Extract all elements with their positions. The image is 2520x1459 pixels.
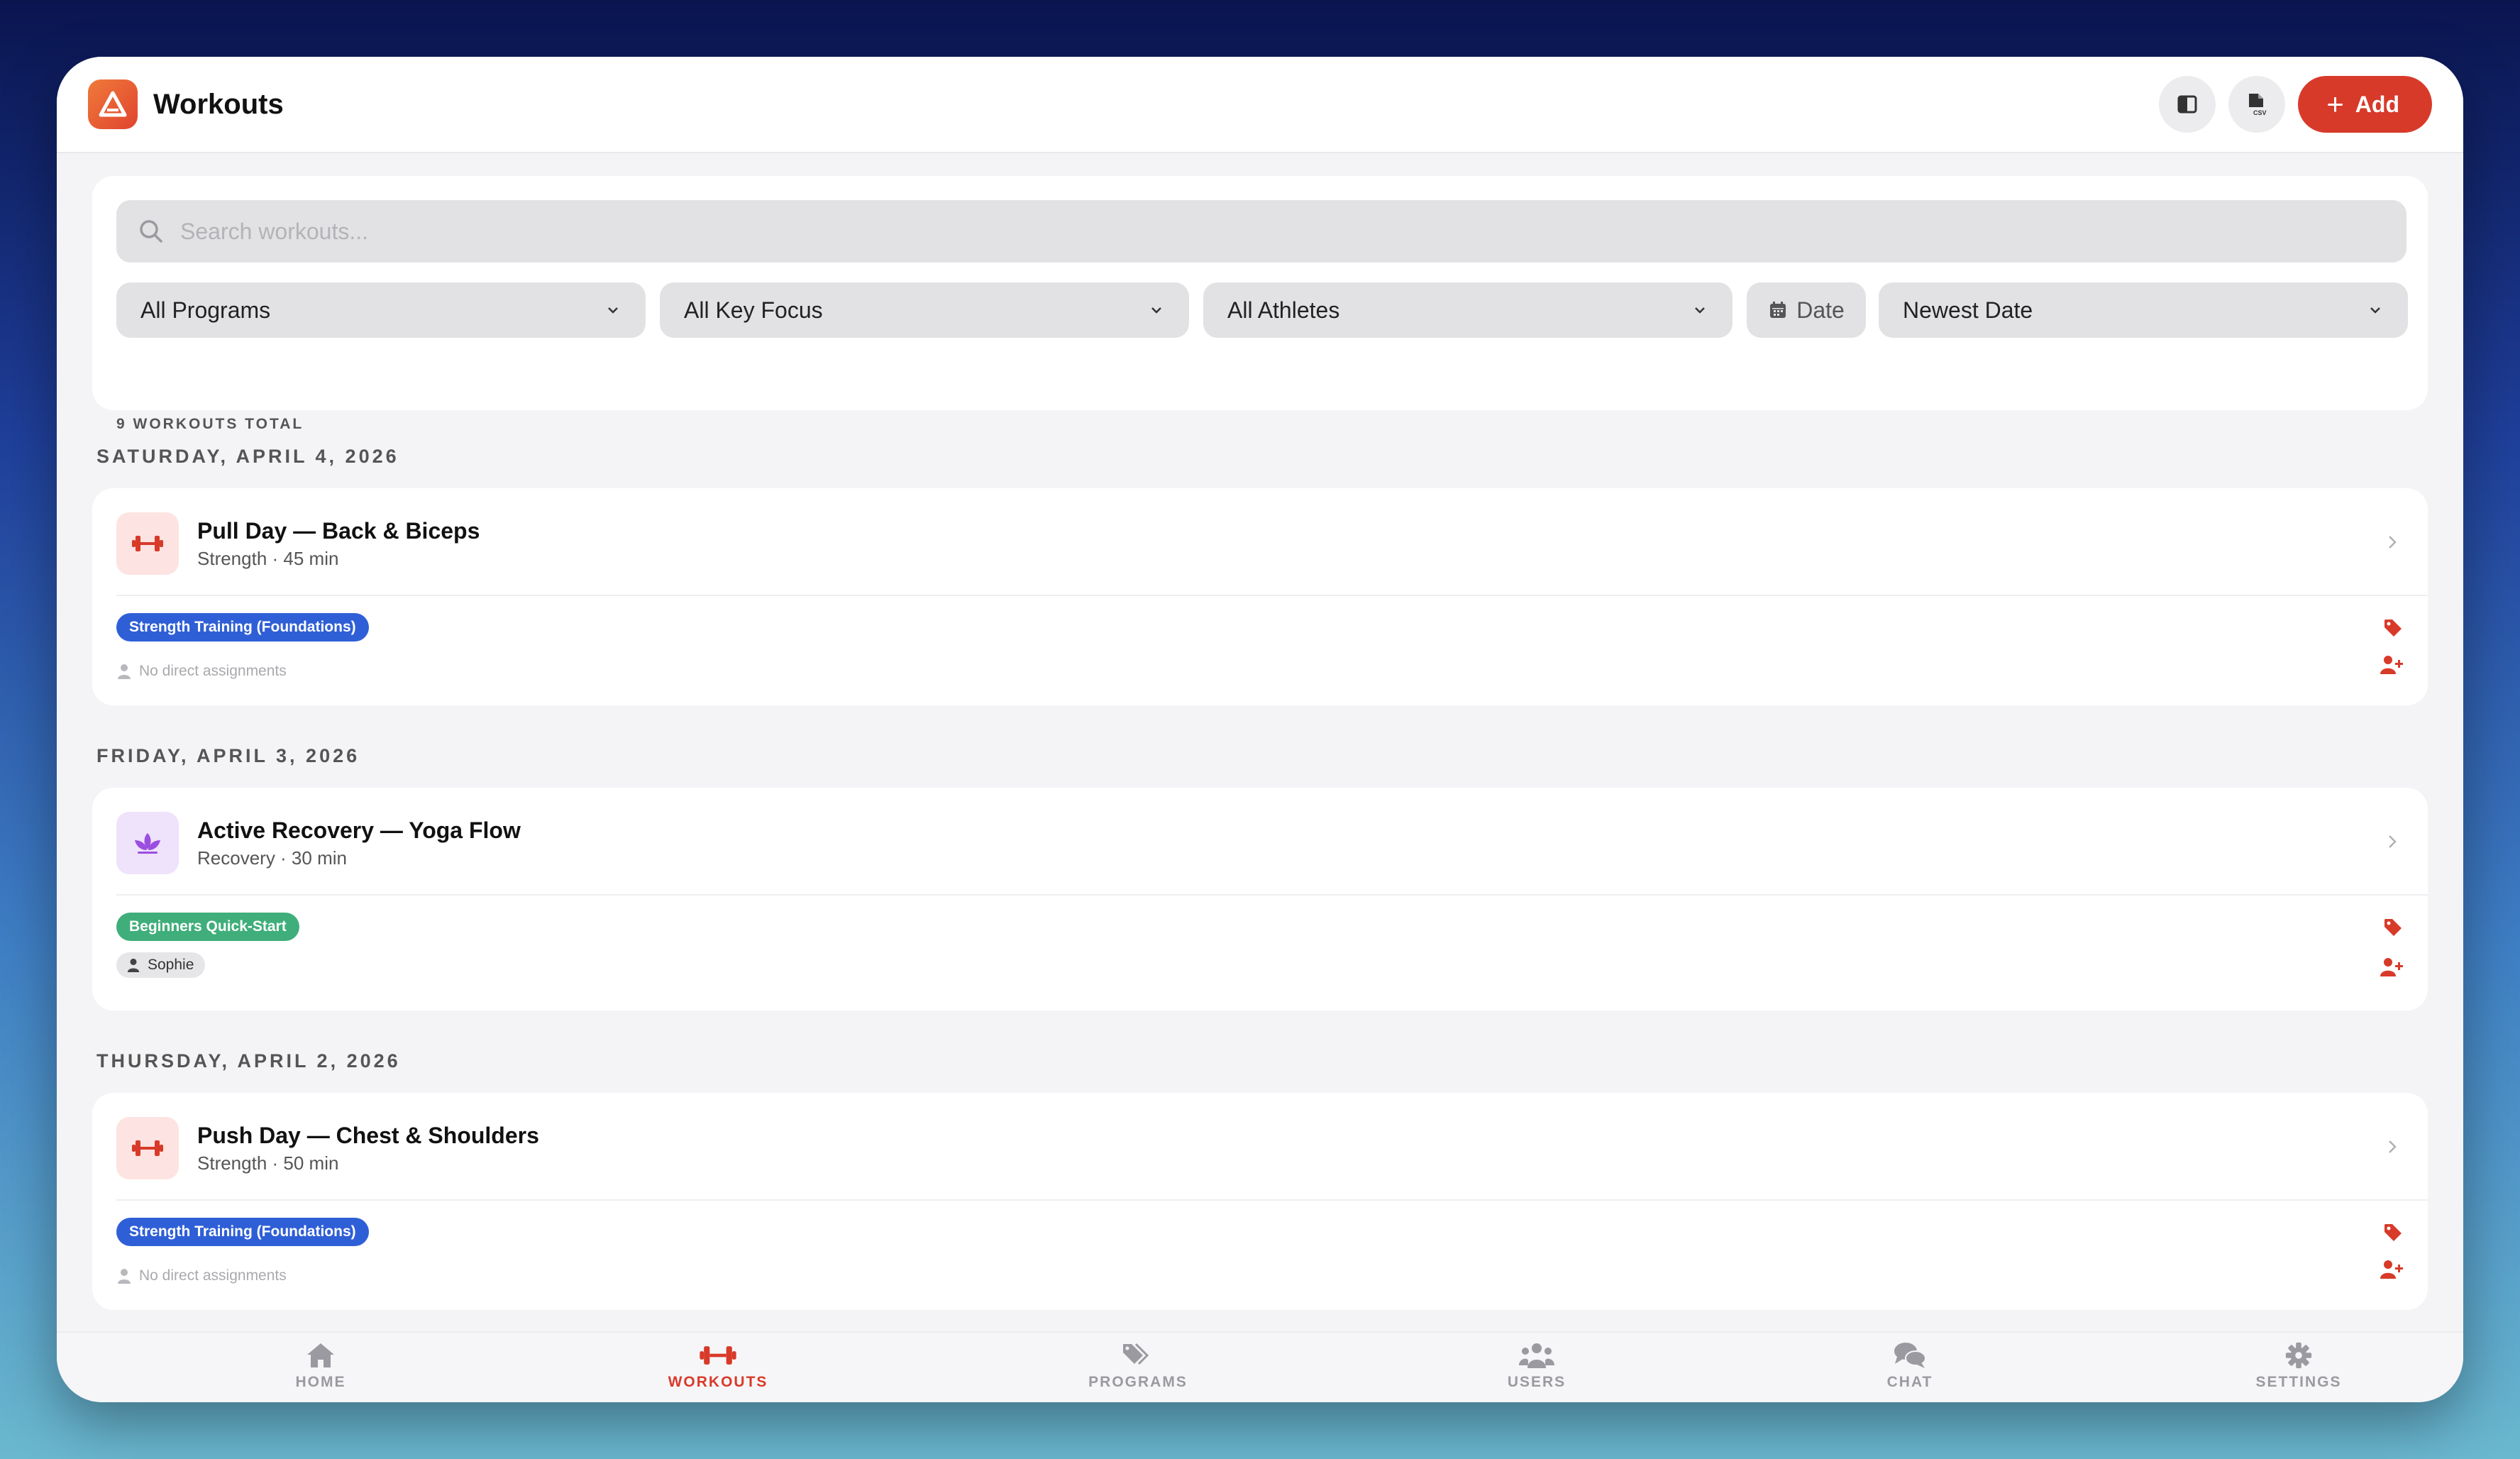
workout-type-badge [116, 512, 179, 575]
key-focus-filter-select[interactable]: All Key Focus [660, 282, 1189, 338]
tab-label: USERS [1507, 1374, 1566, 1390]
sidebar-toggle-button[interactable] [2159, 76, 2216, 133]
svg-text:CSV: CSV [2253, 109, 2267, 116]
athlete-chip[interactable]: Sophie [116, 952, 206, 978]
workout-subtitle: Recovery · 30 min [197, 847, 347, 869]
tab-settings[interactable]: SETTINGS [2214, 1341, 2384, 1391]
program-tag[interactable]: Beginners Quick-Start [116, 913, 299, 941]
assign-user-icon[interactable] [2380, 1259, 2404, 1280]
gear-icon [2285, 1342, 2312, 1369]
add-button-label: Add [2355, 91, 2399, 117]
workout-title: Pull Day — Back & Biceps [197, 518, 480, 544]
tab-users[interactable]: USERS [1452, 1341, 1622, 1391]
chevron-down-icon [608, 307, 618, 314]
page-title: Workouts [153, 88, 284, 120]
filter-panel: All Programs All Key Focus All Athletes … [92, 176, 2428, 432]
sort-select[interactable]: Newest Date [1879, 282, 2408, 338]
day-heading: SATURDAY, APRIL 4, 2026 [96, 446, 399, 467]
app-window: Workouts CSV + Add Search workouts... Al… [57, 57, 2463, 1402]
tag-icon[interactable] [2382, 617, 2404, 639]
search-input[interactable] [180, 218, 2309, 245]
tab-chat[interactable]: CHAT [1825, 1341, 1995, 1391]
athletes-filter-select[interactable]: All Athletes [1203, 282, 1732, 338]
dumbbell-icon [132, 1140, 163, 1156]
assignment-text: No direct assignments [139, 1267, 287, 1284]
app-logo [88, 79, 138, 129]
calendar-icon [1770, 302, 1786, 318]
tab-programs[interactable]: PROGRAMS [1053, 1341, 1223, 1391]
dumbbell-icon [700, 1346, 736, 1365]
workout-title: Active Recovery — Yoga Flow [197, 817, 521, 843]
tag-icon[interactable] [2382, 917, 2404, 938]
key-focus-filter-value: All Key Focus [684, 297, 823, 323]
athlete-name: Sophie [148, 957, 194, 973]
lotus-icon [135, 833, 160, 854]
search-icon [140, 220, 162, 243]
chevron-right-icon[interactable] [2382, 532, 2402, 552]
day-heading: THURSDAY, APRIL 2, 2026 [96, 1050, 401, 1072]
assignment-status: No direct assignments [116, 1263, 287, 1289]
chevron-down-icon [2370, 307, 2380, 314]
assign-user-icon[interactable] [2380, 654, 2404, 676]
tab-label: CHAT [1886, 1374, 1933, 1390]
tab-workouts[interactable]: WORKOUTS [633, 1341, 803, 1391]
workout-subtitle: Strength · 45 min [197, 548, 339, 569]
chevron-down-icon [1151, 307, 1161, 314]
tag-icon[interactable] [2382, 1222, 2404, 1243]
divider [116, 894, 2428, 896]
date-filter-label: Date [1796, 297, 1845, 323]
workout-type-badge [116, 1117, 179, 1179]
add-workout-button[interactable]: + Add [2298, 76, 2432, 133]
dumbbell-icon [132, 536, 163, 551]
csv-file-icon: CSV [2249, 94, 2267, 116]
tab-label: SETTINGS [2255, 1374, 2342, 1390]
tab-home[interactable]: HOME [236, 1341, 406, 1391]
tags-icon [1123, 1343, 1149, 1365]
tab-label: HOME [295, 1374, 346, 1390]
workout-type-badge [116, 812, 179, 874]
program-filter-value: All Programs [140, 297, 271, 323]
assign-user-icon[interactable] [2380, 957, 2404, 978]
search-bar[interactable] [116, 200, 2406, 263]
users-icon [1519, 1343, 1554, 1368]
workout-subtitle: Strength · 50 min [197, 1152, 339, 1174]
workout-card[interactable]: Push Day — Chest & Shoulders Strength · … [92, 1093, 2428, 1310]
chevron-down-icon [1695, 307, 1705, 314]
assignment-status: No direct assignments [116, 659, 287, 684]
chevron-right-icon[interactable] [2382, 832, 2402, 852]
program-tag[interactable]: Strength Training (Foundations) [116, 1218, 369, 1246]
plus-icon: + [2326, 87, 2344, 121]
divider [116, 1199, 2428, 1201]
divider [116, 595, 2428, 596]
day-heading: FRIDAY, APRIL 3, 2026 [96, 745, 360, 766]
bottom-tab-bar: HOME WORKOUTS PROGRAMS USERS CHAT SETTIN… [57, 1331, 2463, 1402]
program-tag[interactable]: Strength Training (Foundations) [116, 613, 369, 642]
user-icon [118, 664, 131, 679]
home-icon [307, 1343, 334, 1367]
chevron-right-icon[interactable] [2382, 1137, 2402, 1157]
workout-card[interactable]: Pull Day — Back & Biceps Strength · 45 m… [92, 488, 2428, 705]
sort-value: Newest Date [1903, 297, 2033, 323]
date-filter-button[interactable]: Date [1747, 282, 1866, 338]
user-icon [127, 958, 140, 972]
assignment-text: No direct assignments [139, 663, 287, 679]
export-csv-button[interactable]: CSV [2228, 76, 2286, 133]
user-icon [118, 1269, 131, 1284]
book-icon [2177, 95, 2197, 114]
program-filter-select[interactable]: All Programs [116, 282, 646, 338]
workouts-total-count: 9 WORKOUTS TOTAL [116, 416, 304, 432]
athletes-filter-value: All Athletes [1227, 297, 1340, 323]
workout-card[interactable]: Active Recovery — Yoga Flow Recovery · 3… [92, 788, 2428, 1011]
top-bar: Workouts CSV + Add [57, 57, 2463, 153]
tab-label: WORKOUTS [668, 1374, 768, 1390]
chat-icon [1894, 1343, 1926, 1368]
workout-title: Push Day — Chest & Shoulders [197, 1123, 539, 1148]
tab-label: PROGRAMS [1088, 1374, 1188, 1390]
